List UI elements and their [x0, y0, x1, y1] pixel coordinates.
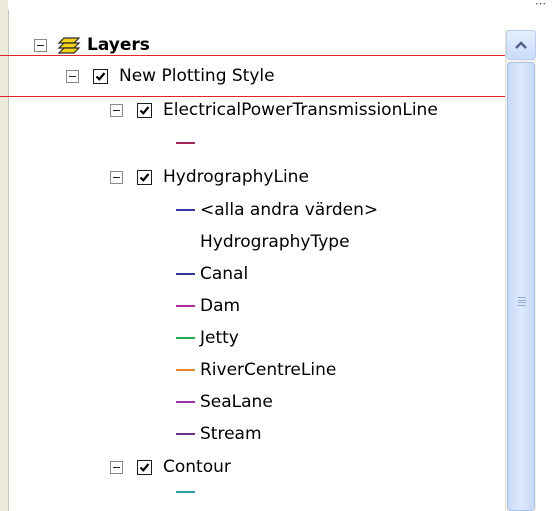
line-symbol-swatch [176, 369, 195, 371]
vertical-scrollbar[interactable] [505, 30, 536, 511]
legend-class-label: Jetty [200, 328, 239, 348]
line-symbol-swatch [176, 305, 195, 307]
checkmark-icon [95, 71, 106, 81]
legend-symbol-row[interactable] [176, 476, 200, 508]
line-symbol-swatch [176, 401, 195, 403]
layer-visibility-checkbox[interactable] [137, 169, 152, 185]
legend-field-label: HydrographyType [200, 232, 350, 252]
layer-visibility-checkbox[interactable] [137, 102, 152, 118]
line-symbol-swatch [176, 337, 195, 339]
checkmark-icon [139, 462, 150, 472]
collapse-icon[interactable] [66, 69, 79, 83]
legend-class-label: Canal [200, 264, 249, 284]
toolbar-overflow-icon[interactable]: ⋯ [535, 0, 547, 10]
legend-class-label: Dam [200, 296, 241, 316]
collapse-icon[interactable] [110, 103, 123, 117]
legend-symbol-row[interactable] [176, 127, 200, 159]
legend-class-row[interactable]: Dam [176, 290, 240, 322]
tree-node-new-plotting-style[interactable]: New Plotting Style [66, 60, 275, 92]
layer-visibility-checkbox[interactable] [93, 68, 108, 84]
scrollbar-thumb[interactable] [507, 62, 535, 511]
legend-class-label: <alla andra värden> [200, 200, 379, 220]
legend-class-row[interactable]: RiverCentreLine [176, 354, 336, 386]
legend-class-label: Stream [200, 424, 262, 444]
layer-visibility-checkbox[interactable] [137, 459, 152, 475]
line-symbol-swatch [176, 491, 195, 493]
line-symbol-swatch [176, 433, 195, 435]
line-symbol-swatch [176, 273, 195, 275]
scroll-up-button[interactable] [506, 30, 536, 60]
collapse-icon[interactable] [34, 38, 47, 52]
layers-icon [57, 37, 81, 54]
chevron-up-icon [515, 41, 527, 49]
tree-node-hydrography-line[interactable]: HydrographyLine [110, 161, 309, 193]
tree-node-electrical-power-transmission-line[interactable]: ElectricalPowerTransmissionLine [110, 94, 438, 126]
collapse-icon[interactable] [110, 170, 123, 184]
legend-class-row[interactable]: SeaLane [176, 386, 273, 418]
tree-node-label: Layers [87, 35, 150, 55]
tree-node-label: Contour [163, 457, 231, 477]
legend-class-label: SeaLane [200, 392, 273, 412]
legend-class-row[interactable]: Stream [176, 418, 262, 450]
legend-class-label: RiverCentreLine [200, 360, 337, 380]
checkmark-icon [139, 105, 150, 115]
legend-class-row[interactable]: Jetty [176, 322, 239, 354]
legend-class-row[interactable]: Canal [176, 258, 248, 290]
legend-class-row[interactable]: <alla andra värden> [176, 194, 378, 226]
checkmark-icon [139, 172, 150, 182]
table-of-contents-tree: Layers New Plotting Style ElectricalPowe… [0, 0, 505, 511]
tree-node-label: ElectricalPowerTransmissionLine [163, 100, 438, 120]
line-symbol-swatch [176, 209, 195, 211]
collapse-icon[interactable] [110, 460, 123, 474]
scroll-grip-icon [518, 297, 526, 306]
tree-node-layers[interactable]: Layers [34, 29, 150, 61]
line-symbol-swatch [176, 142, 195, 144]
legend-heading-row: HydrographyType [176, 226, 350, 258]
tree-node-label: New Plotting Style [119, 66, 275, 86]
legend-spacer [176, 241, 195, 243]
tree-node-label: HydrographyLine [163, 167, 309, 187]
tree-node-contour[interactable]: Contour [110, 451, 231, 483]
